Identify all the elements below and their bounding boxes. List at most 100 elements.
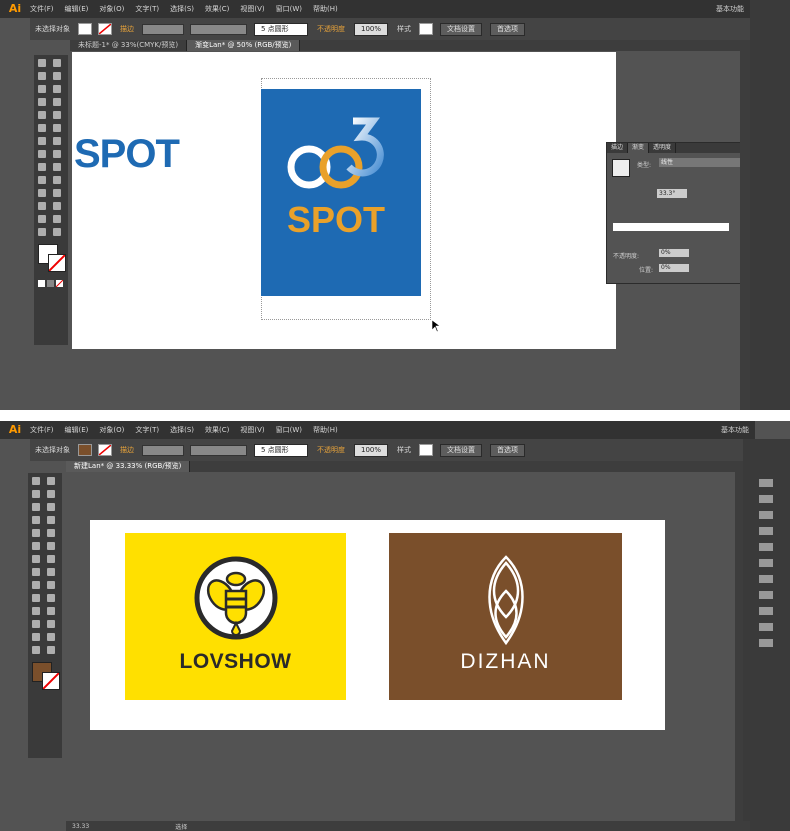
hand-tool-icon[interactable]	[38, 228, 46, 236]
stroke-swatch[interactable]	[98, 444, 112, 456]
width-tool-icon[interactable]	[38, 150, 46, 158]
menu-view[interactable]: 视图(V)	[240, 4, 264, 14]
menu-help[interactable]: 帮助(H)	[313, 425, 338, 435]
rectangle-tool-icon[interactable]	[53, 98, 61, 106]
opacity-field[interactable]: 100%	[354, 22, 389, 36]
pencil-tool-icon[interactable]	[53, 111, 61, 119]
direct-select-tool-icon[interactable]	[53, 59, 61, 67]
location-field[interactable]: 0%	[659, 264, 689, 272]
vertical-scrollbar[interactable]	[735, 461, 743, 821]
gradient-tool-icon[interactable]	[47, 594, 55, 602]
spot-text-art[interactable]: SPOT	[74, 132, 180, 177]
vertical-scrollbar[interactable]	[740, 51, 750, 410]
selection-tool-icon[interactable]	[38, 59, 46, 67]
gradient-tool-icon[interactable]	[53, 176, 61, 184]
menu-object[interactable]: 对象(O)	[99, 425, 124, 435]
menu-file[interactable]: 文件(F)	[30, 4, 54, 14]
logo-card-brown[interactable]: DIZHAN	[389, 533, 622, 700]
line-tool-icon[interactable]	[38, 98, 46, 106]
gradient-mode-icon[interactable]	[47, 280, 54, 287]
menu-edit[interactable]: 编辑(E)	[65, 4, 89, 14]
shape-builder-tool-icon[interactable]	[38, 163, 46, 171]
menu-effect[interactable]: 效果(C)	[205, 4, 229, 14]
artboard[interactable]: SPOT SPOT	[72, 52, 616, 349]
shape-builder-tool-icon[interactable]	[32, 581, 40, 589]
stroke-weight-dropdown[interactable]	[142, 444, 184, 456]
blob-brush-tool-icon[interactable]	[32, 542, 40, 550]
blob-brush-tool-icon[interactable]	[38, 124, 46, 132]
tab-doc-1[interactable]: 新建Lan* @ 33.33% (RGB/预览)	[66, 461, 191, 472]
angle-field[interactable]: 33.3°	[657, 189, 687, 198]
type-dropdown[interactable]: 线性	[659, 158, 745, 167]
eraser-tool-icon[interactable]	[53, 124, 61, 132]
opacity-label[interactable]: 不透明度	[317, 24, 345, 34]
panel-tab-stroke[interactable]: 描边	[607, 143, 629, 153]
blend-tool-icon[interactable]	[47, 607, 55, 615]
symbols-panel-icon[interactable]	[759, 527, 773, 535]
artboard[interactable]: LOVSHOW DIZHAN	[90, 520, 665, 730]
rotate-tool-icon[interactable]	[38, 137, 46, 145]
variable-width-dropdown[interactable]	[190, 23, 247, 35]
stroke-panel-icon[interactable]	[759, 543, 773, 551]
selection-tool-icon[interactable]	[32, 477, 40, 485]
fill-stroke-widget[interactable]	[32, 662, 62, 692]
menu-type[interactable]: 文字(T)	[135, 4, 159, 14]
menu-window[interactable]: 窗口(W)	[276, 4, 302, 14]
mesh-tool-icon[interactable]	[32, 594, 40, 602]
type-tool-icon[interactable]	[53, 85, 61, 93]
preferences-button[interactable]: 首选项	[490, 443, 526, 457]
swatches-panel-icon[interactable]	[759, 495, 773, 503]
menu-view[interactable]: 视图(V)	[240, 425, 264, 435]
layers-panel-icon[interactable]	[759, 623, 773, 631]
artboards-panel-icon[interactable]	[759, 639, 773, 647]
document-setup-button[interactable]: 文档设置	[440, 22, 483, 36]
panel-tab-transparency[interactable]: 透明度	[649, 143, 677, 153]
menu-type[interactable]: 文字(T)	[135, 425, 159, 435]
rotate-tool-icon[interactable]	[32, 555, 40, 563]
menu-select[interactable]: 选择(S)	[170, 425, 194, 435]
width-tool-icon[interactable]	[32, 568, 40, 576]
fill-swatch[interactable]	[78, 444, 92, 456]
panel-tab-gradient[interactable]: 渐变	[628, 143, 650, 153]
graph-tool-icon[interactable]	[53, 202, 61, 210]
gradient-panel-icon[interactable]	[759, 559, 773, 567]
ellipse-tool-icon[interactable]	[47, 516, 55, 524]
preferences-button[interactable]: 首选项	[490, 22, 526, 36]
stroke-weight-dropdown[interactable]	[142, 23, 184, 35]
brush-tool-icon[interactable]	[32, 529, 40, 537]
artboard-tool-icon[interactable]	[38, 215, 46, 223]
lasso-tool-icon[interactable]	[53, 72, 61, 80]
hand-tool-icon[interactable]	[32, 646, 40, 654]
zoom-tool-icon[interactable]	[47, 646, 55, 654]
menu-select[interactable]: 选择(S)	[170, 4, 194, 14]
eraser-tool-icon[interactable]	[47, 542, 55, 550]
graphic-styles-panel-icon[interactable]	[759, 607, 773, 615]
opacity-field[interactable]: 100%	[354, 443, 389, 457]
logo-card-blue[interactable]: SPOT	[261, 89, 421, 296]
variable-width-dropdown[interactable]	[190, 444, 247, 456]
logo-card-yellow[interactable]: LOVSHOW	[125, 533, 346, 700]
workspace-switcher[interactable]: 基本功能	[721, 425, 749, 435]
stroke-label[interactable]: 描边	[120, 24, 134, 34]
fill-stroke-widget[interactable]	[38, 244, 68, 274]
mesh-tool-icon[interactable]	[38, 176, 46, 184]
appearance-panel-icon[interactable]	[759, 591, 773, 599]
zoom-field[interactable]: 33.33	[72, 823, 89, 830]
transparency-panel-icon[interactable]	[759, 575, 773, 583]
pen-tool-icon[interactable]	[32, 503, 40, 511]
brush-dropdown[interactable]: 5 点圆形	[254, 22, 308, 36]
scale-tool-icon[interactable]	[53, 137, 61, 145]
workspace-switcher[interactable]: 基本功能	[716, 4, 744, 14]
gradient-preview[interactable]	[612, 159, 630, 177]
stroke-box[interactable]	[42, 672, 60, 690]
menu-edit[interactable]: 编辑(E)	[65, 425, 89, 435]
pen-tool-icon[interactable]	[38, 85, 46, 93]
stroke-box[interactable]	[48, 254, 66, 272]
color-mode-icon[interactable]	[38, 280, 45, 287]
eyedropper-tool-icon[interactable]	[38, 189, 46, 197]
style-swatch[interactable]	[419, 23, 434, 35]
document-setup-button[interactable]: 文档设置	[440, 443, 483, 457]
symbol-sprayer-tool-icon[interactable]	[32, 620, 40, 628]
eyedropper-tool-icon[interactable]	[32, 607, 40, 615]
direct-select-tool-icon[interactable]	[47, 477, 55, 485]
